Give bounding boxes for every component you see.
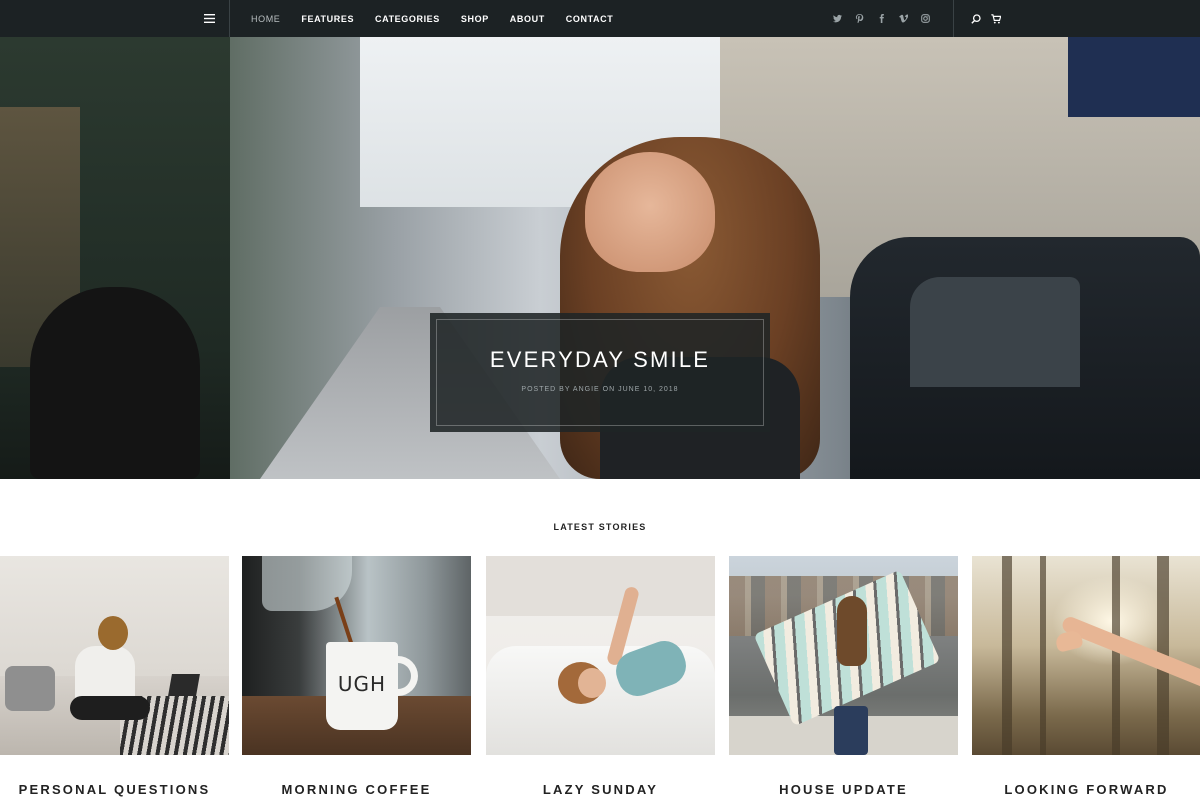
facebook-link[interactable]	[870, 0, 892, 37]
hero-featured-post[interactable]: EVERYDAY SMILE POSTED BY ANGIE ON JUNE 1…	[0, 37, 1200, 479]
cart-button[interactable]	[986, 0, 1006, 37]
story-thumbnail[interactable]	[0, 556, 229, 755]
nav-divider	[953, 0, 954, 37]
thumb-girl-legs	[70, 696, 150, 720]
thumb-pillow	[5, 666, 55, 711]
hero-post-meta: POSTED BY ANGIE ON JUNE 10, 2018	[521, 386, 679, 393]
nav-link-contact[interactable]: CONTACT	[566, 14, 614, 24]
search-icon	[971, 13, 981, 24]
nav-link-about[interactable]: ABOUT	[510, 14, 545, 24]
story-thumbnail[interactable]	[486, 556, 715, 755]
story-title[interactable]: PERSONAL QUESTIONS	[0, 782, 229, 797]
thumb-jeans	[834, 706, 868, 755]
story-card-lazy-sunday[interactable]: LAZY SUNDAY	[486, 556, 715, 800]
hero-photo-woman-face	[585, 152, 715, 272]
thumb-tree-trunk	[1112, 556, 1120, 755]
thumb-headboard	[486, 556, 715, 616]
story-card-morning-coffee[interactable]: UGH MORNING COFFEE	[242, 556, 471, 800]
story-thumbnail[interactable]: UGH	[242, 556, 471, 755]
hamburger-icon	[204, 14, 215, 23]
thumb-tree-trunk	[1002, 556, 1012, 755]
hero-post-title[interactable]: EVERYDAY SMILE	[430, 347, 770, 373]
story-card-house-update[interactable]: HOUSE UPDATE	[729, 556, 958, 800]
thumb-laptop	[168, 674, 200, 696]
story-card-personal-questions[interactable]: PERSONAL QUESTIONS	[0, 556, 229, 800]
vimeo-link[interactable]	[892, 0, 914, 37]
story-title[interactable]: LAZY SUNDAY	[486, 782, 715, 797]
pinterest-icon	[855, 14, 863, 23]
instagram-link[interactable]	[914, 0, 936, 37]
search-button[interactable]	[966, 0, 986, 37]
nav-link-home[interactable]: HOME	[251, 14, 280, 24]
story-title[interactable]: LOOKING FORWARD	[972, 782, 1200, 797]
hero-caption-box[interactable]: EVERYDAY SMILE POSTED BY ANGIE ON JUNE 1…	[430, 313, 770, 432]
thumb-coffee-pour	[334, 596, 354, 646]
thumb-tree-trunk	[1040, 556, 1046, 755]
vimeo-icon	[898, 14, 908, 23]
hero-photo-van-window	[910, 277, 1080, 387]
hero-photo-van	[850, 237, 1200, 479]
thumb-woman-hair	[837, 596, 867, 666]
social-links	[826, 0, 936, 37]
cart-icon	[991, 13, 1001, 23]
nav-link-shop[interactable]: SHOP	[461, 14, 489, 24]
instagram-icon	[920, 14, 930, 23]
nav-link-categories[interactable]: CATEGORIES	[375, 14, 440, 24]
twitter-link[interactable]	[826, 0, 848, 37]
story-title[interactable]: MORNING COFFEE	[242, 782, 471, 797]
menu-toggle-button[interactable]	[190, 0, 230, 37]
story-title[interactable]: HOUSE UPDATE	[729, 782, 958, 797]
hero-photo-seated-person	[30, 287, 200, 479]
thumb-mug-text: UGH	[337, 672, 387, 696]
thumb-girl-beanie	[98, 616, 128, 650]
facebook-icon	[879, 14, 884, 23]
hero-photo-awning	[1068, 37, 1200, 117]
thumb-face	[578, 668, 606, 698]
nav-link-features[interactable]: FEATURES	[301, 14, 354, 24]
main-nav: HOME FEATURES CATEGORIES SHOP ABOUT CONT…	[251, 0, 634, 37]
story-thumbnail[interactable]	[972, 556, 1200, 755]
twitter-icon	[832, 14, 842, 23]
story-card-looking-forward[interactable]: LOOKING FORWARD	[972, 556, 1200, 800]
pinterest-link[interactable]	[848, 0, 870, 37]
story-thumbnail[interactable]	[729, 556, 958, 755]
latest-stories-heading: LATEST STORIES	[553, 522, 647, 532]
top-navbar: HOME FEATURES CATEGORIES SHOP ABOUT CONT…	[0, 0, 1200, 37]
nav-tools	[966, 0, 1006, 37]
